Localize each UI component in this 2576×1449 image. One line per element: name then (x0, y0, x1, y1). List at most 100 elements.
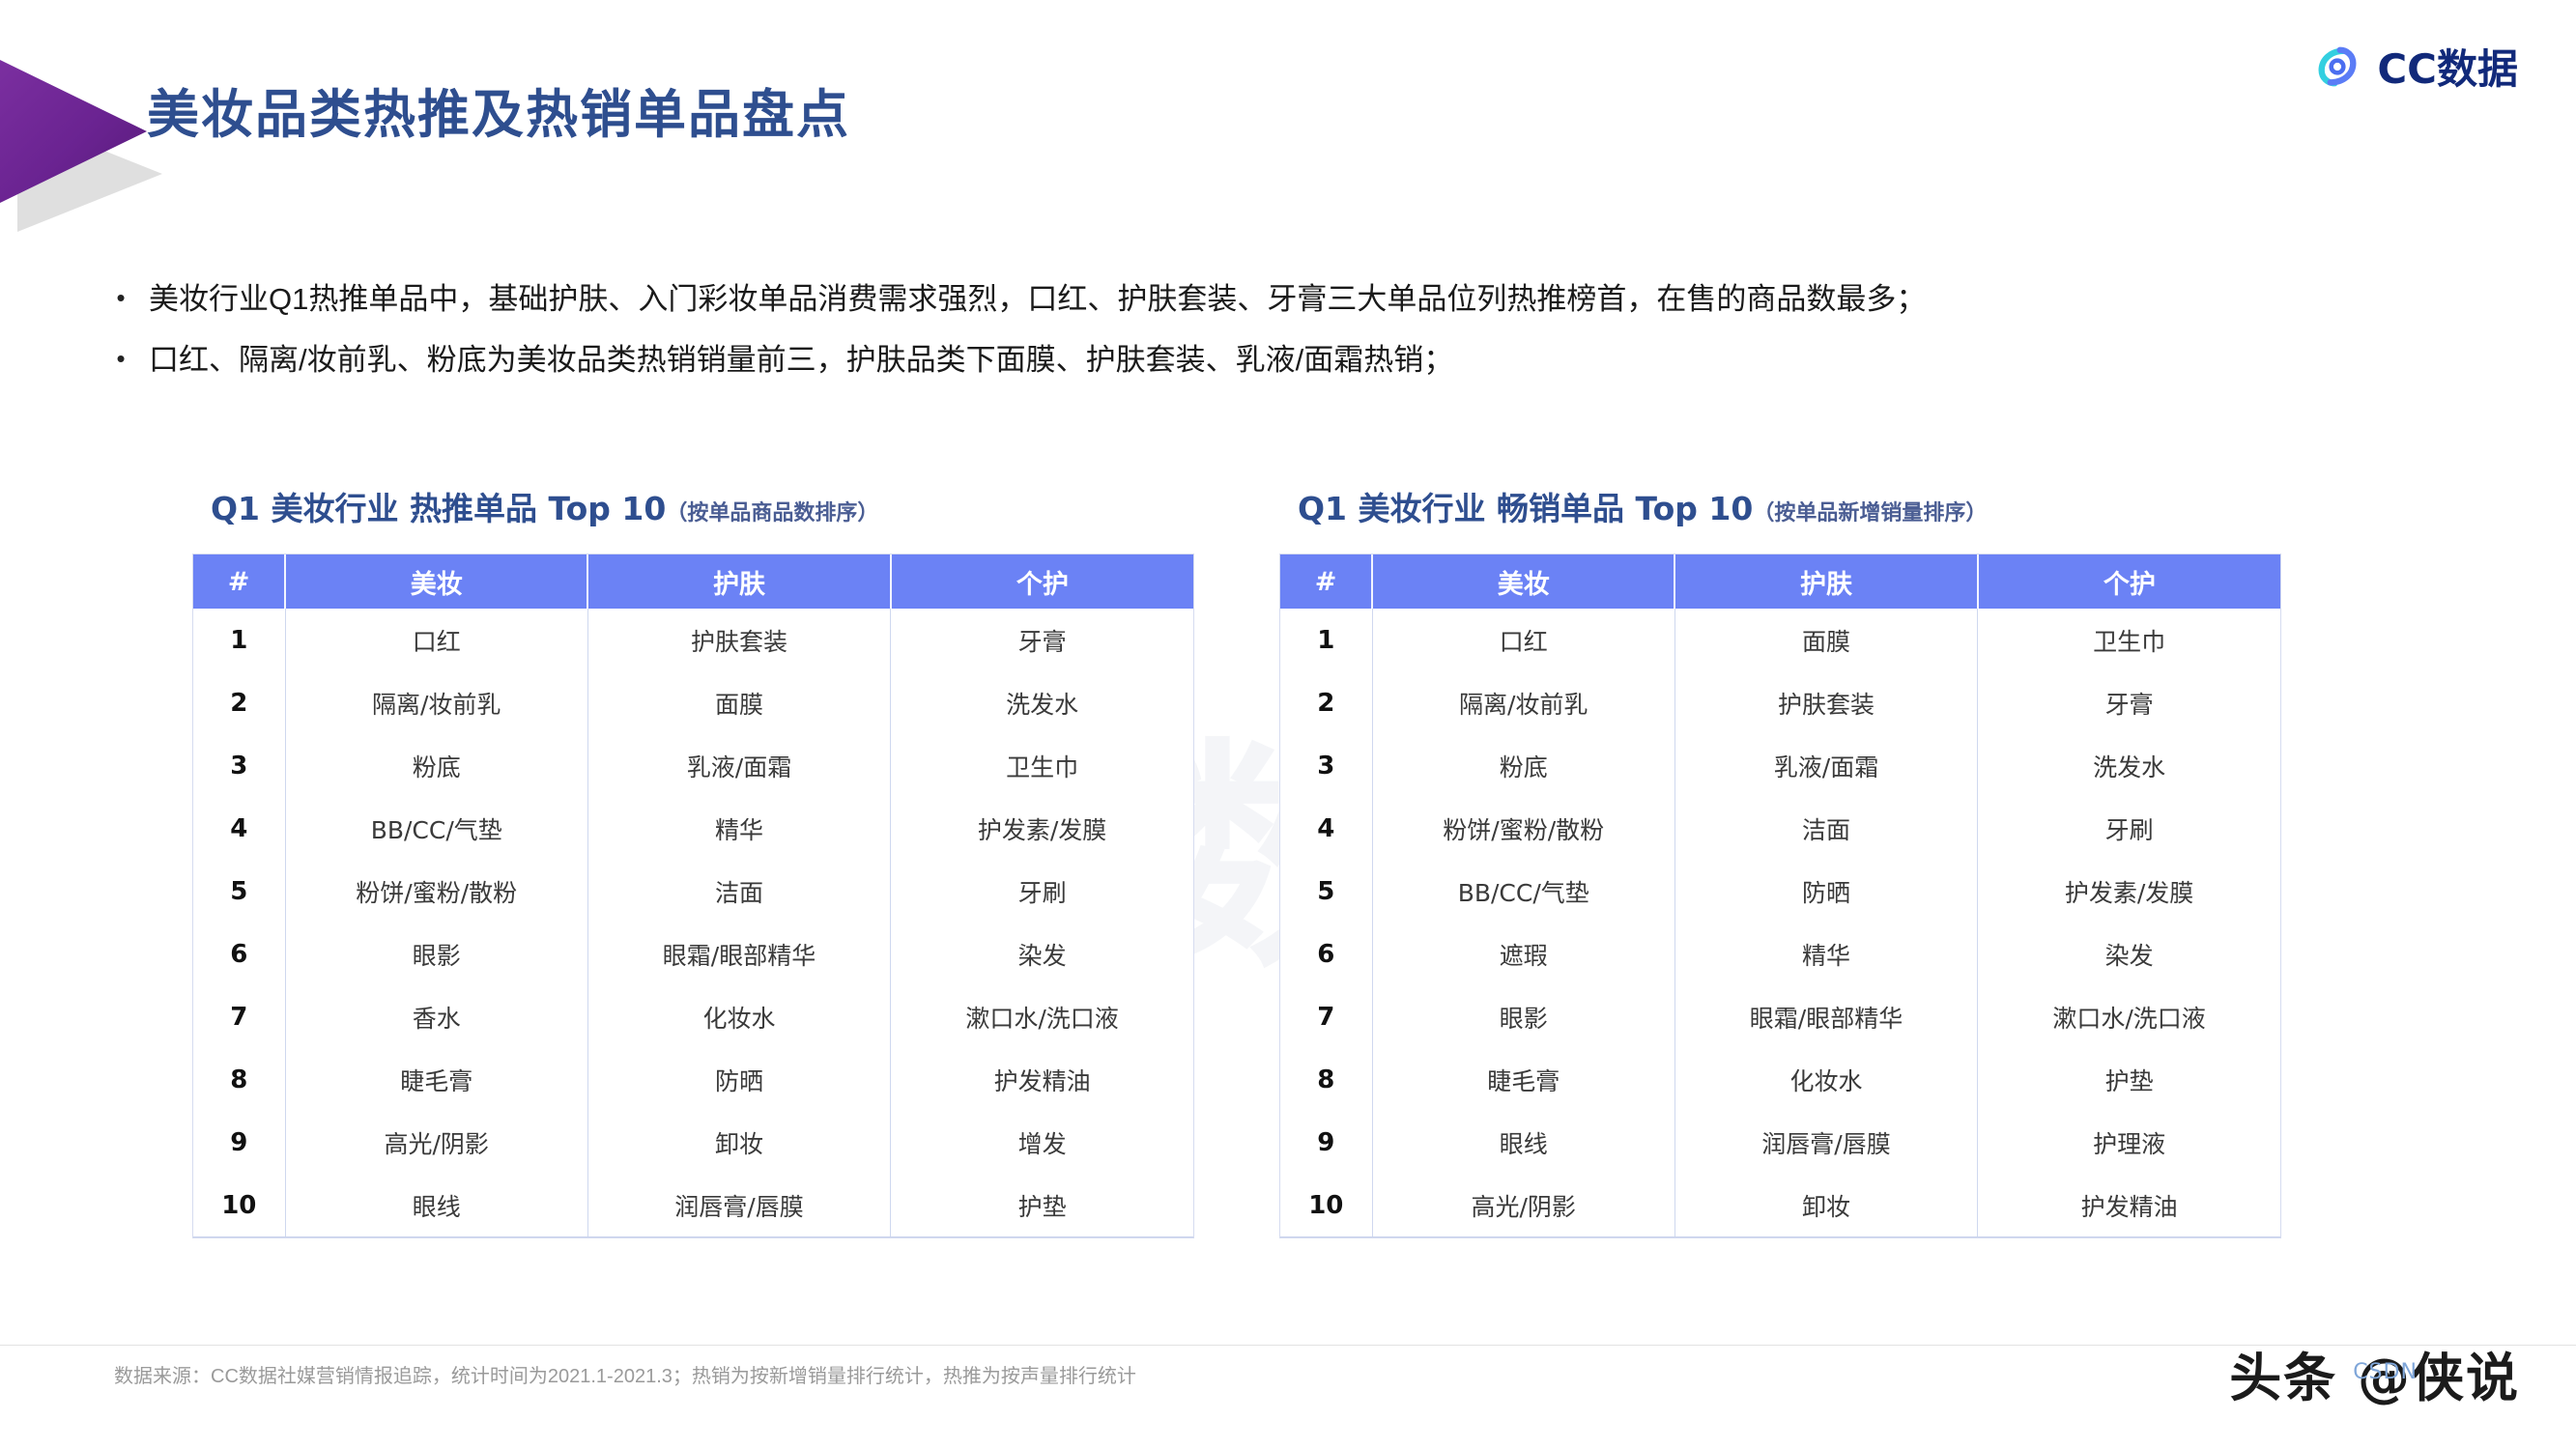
cell-makeup: 隔离/妆前乳 (285, 671, 588, 734)
cell-rank: 3 (1280, 734, 1373, 797)
table-row: 1 口红 面膜 卫生巾 (1280, 609, 2280, 671)
column-header-skincare: 护肤 (587, 554, 892, 609)
cell-personalcare: 卫生巾 (1006, 753, 1079, 781)
cell-personalcare: 漱口水/洗口液 (965, 1004, 1119, 1033)
cell-skincare: 面膜 (587, 671, 892, 734)
column-header-personalcare: 个护 (890, 554, 1193, 609)
cell-personalcare: 牙刷 (1017, 878, 1067, 907)
cell-skincare: 卸妆 (1674, 1174, 1979, 1237)
csdn-watermark-text: CSDN (2353, 1360, 2418, 1384)
cell-rank: 9 (193, 1111, 286, 1174)
table-row: 9 高光/阴影 卸妆 增发 (193, 1111, 1193, 1174)
cell-rank: 10 (1280, 1174, 1373, 1237)
cell-skincare: 精华 (587, 797, 892, 860)
cell-skincare: 护肤套装 (1674, 671, 1979, 734)
column-header-makeup: 美妆 (1372, 554, 1676, 609)
bullet-list: • 美妆行业Q1热推单品中，基础护肤、入门彩妆单品消费需求强烈，口红、护肤套装、… (114, 278, 2462, 400)
source-note: 数据来源：CC数据社媒营销情报追踪，统计时间为2021.1-2021.3；热销为… (114, 1366, 1136, 1387)
cell-personalcare: 护发精油 (993, 1066, 1091, 1095)
cell-skincare: 面膜 (1674, 609, 1979, 671)
footer-divider (0, 1345, 2576, 1346)
best-seller-panel: Q1 美妆行业 畅销单品 Top 10（按单品新增销量排序） # 美妆 护肤 个… (1280, 483, 2280, 1237)
bullet-text: 美妆行业Q1热推单品中，基础护肤、入门彩妆单品消费需求强烈，口红、护肤套装、牙膏… (149, 282, 1927, 316)
bullet-marker-icon: • (116, 343, 126, 373)
table-row: 1 口红 护肤套装 牙膏 (193, 609, 1193, 671)
cell-rank: 8 (1280, 1048, 1373, 1111)
cell-personalcare: 洗发水 (2093, 753, 2166, 781)
cell-makeup: 眼影 (285, 923, 588, 985)
cell-makeup: 眼线 (285, 1174, 588, 1237)
left-table-title: Q1 美妆行业 热推单品 Top 10（按单品商品数排序） (211, 483, 1193, 529)
cell-rank: 7 (193, 985, 286, 1048)
right-table-title: Q1 美妆行业 畅销单品 Top 10（按单品新增销量排序） (1298, 483, 2280, 529)
cell-rank: 4 (193, 797, 286, 860)
cell-rank: 4 (1280, 797, 1373, 860)
table-header-row: # 美妆 护肤 个护 (1280, 554, 2280, 609)
cell-makeup: 睫毛膏 (285, 1048, 588, 1111)
cell-makeup: 粉底 (1372, 734, 1675, 797)
toutiao-watermark: 头条 @侠说 CSDN (2229, 1335, 2520, 1411)
cell-makeup: BB/CC/气垫 (1372, 860, 1675, 923)
table-row: 10 眼线 润唇膏/唇膜 护垫 (193, 1174, 1193, 1237)
table-row: 5 BB/CC/气垫 防晒 护发素/发膜 (1280, 860, 2280, 923)
table-row: 8 睫毛膏 化妆水 护垫 (1280, 1048, 2280, 1111)
column-header-skincare: 护肤 (1674, 554, 1979, 609)
cell-makeup: 睫毛膏 (1372, 1048, 1675, 1111)
cell-skincare: 化妆水 (587, 985, 892, 1048)
table-row: 2 隔离/妆前乳 面膜 洗发水 (193, 671, 1193, 734)
left-table-title-sub: （按单品商品数排序） (666, 501, 879, 526)
cell-makeup: 眼影 (1372, 985, 1675, 1048)
cell-skincare: 防晒 (1674, 860, 1979, 923)
cell-personalcare: 增发 (1017, 1129, 1067, 1158)
cell-personalcare: 护发精油 (1977, 1174, 2280, 1237)
cell-skincare: 卸妆 (587, 1111, 892, 1174)
cell-skincare: 护肤套装 (587, 609, 892, 671)
cell-personalcare: 染发 (2104, 941, 2154, 970)
table-row: 10 高光/阴影 卸妆 护发精油 (1280, 1174, 2280, 1237)
cell-rank: 5 (1280, 860, 1373, 923)
best-seller-table: # 美妆 护肤 个护 1 口红 面膜 卫生巾 2 隔离/妆前乳 护肤套装 牙膏 (1280, 554, 2280, 1237)
hot-push-table: # 美妆 护肤 个护 1 口红 护肤套装 牙膏 2 隔离/妆前乳 面膜 洗发水 (193, 554, 1193, 1237)
cell-skincare: 防晒 (587, 1048, 892, 1111)
cell-rank: 6 (1280, 923, 1373, 985)
cell-makeup: 粉饼/蜜粉/散粉 (285, 860, 588, 923)
cell-makeup: 口红 (1372, 609, 1675, 671)
cell-skincare: 润唇膏/唇膜 (1674, 1111, 1979, 1174)
cell-makeup: 香水 (285, 985, 588, 1048)
cell-rank: 8 (193, 1048, 286, 1111)
cell-rank: 7 (1280, 985, 1373, 1048)
table-row: 9 眼线 润唇膏/唇膜 护理液 (1280, 1111, 2280, 1174)
cell-skincare: 润唇膏/唇膜 (587, 1174, 892, 1237)
table-row: 8 睫毛膏 防晒 护发精油 (193, 1048, 1193, 1111)
page-title: 美妆品类热推及热销单品盘点 (147, 84, 850, 145)
table-row: 7 香水 化妆水 漱口水/洗口液 (193, 985, 1193, 1048)
slide-root: 美妆品类热推及热销单品盘点 CC数据 • 美妆行业Q1热推单品中，基础护肤、入门… (0, 0, 2576, 1449)
table-row: 6 遮瑕 精华 染发 (1280, 923, 2280, 985)
table-row: 4 粉饼/蜜粉/散粉 洁面 牙刷 (1280, 797, 2280, 860)
cell-makeup: 隔离/妆前乳 (1372, 671, 1675, 734)
table-row: 2 隔离/妆前乳 护肤套装 牙膏 (1280, 671, 2280, 734)
brand-name: CC数据 (2377, 45, 2518, 93)
cell-personalcare: 牙膏 (2104, 690, 2154, 719)
cell-personalcare: 染发 (1017, 941, 1067, 970)
cell-rank: 2 (193, 671, 286, 734)
cell-personalcare: 护垫 (2104, 1066, 2154, 1095)
cell-personalcare: 护理液 (2093, 1129, 2166, 1158)
cell-makeup: 口红 (285, 609, 588, 671)
right-table-title-main: Q1 美妆行业 畅销单品 Top 10 (1298, 490, 1754, 527)
cc-swirl-logo-icon (2318, 46, 2357, 86)
cell-makeup: 高光/阴影 (1372, 1174, 1675, 1237)
cell-rank: 10 (193, 1174, 286, 1237)
column-header-index: # (1280, 554, 1374, 609)
cell-personalcare: 卫生巾 (2093, 627, 2166, 656)
hot-push-panel: Q1 美妆行业 热推单品 Top 10（按单品商品数排序） # 美妆 护肤 个护… (193, 483, 1193, 1237)
cell-makeup: 遮瑕 (1372, 923, 1675, 985)
cell-rank: 1 (1280, 609, 1373, 671)
bullet-text: 口红、隔离/妆前乳、粉底为美妆品类热销销量前三，护肤品类下面膜、护肤套装、乳液/… (149, 342, 1454, 377)
cell-rank: 5 (193, 860, 286, 923)
table-header-row: # 美妆 护肤 个护 (193, 554, 1193, 609)
cell-rank: 1 (193, 609, 286, 671)
cell-skincare: 眼霜/眼部精华 (587, 923, 892, 985)
column-header-makeup: 美妆 (285, 554, 589, 609)
cell-rank: 6 (193, 923, 286, 985)
